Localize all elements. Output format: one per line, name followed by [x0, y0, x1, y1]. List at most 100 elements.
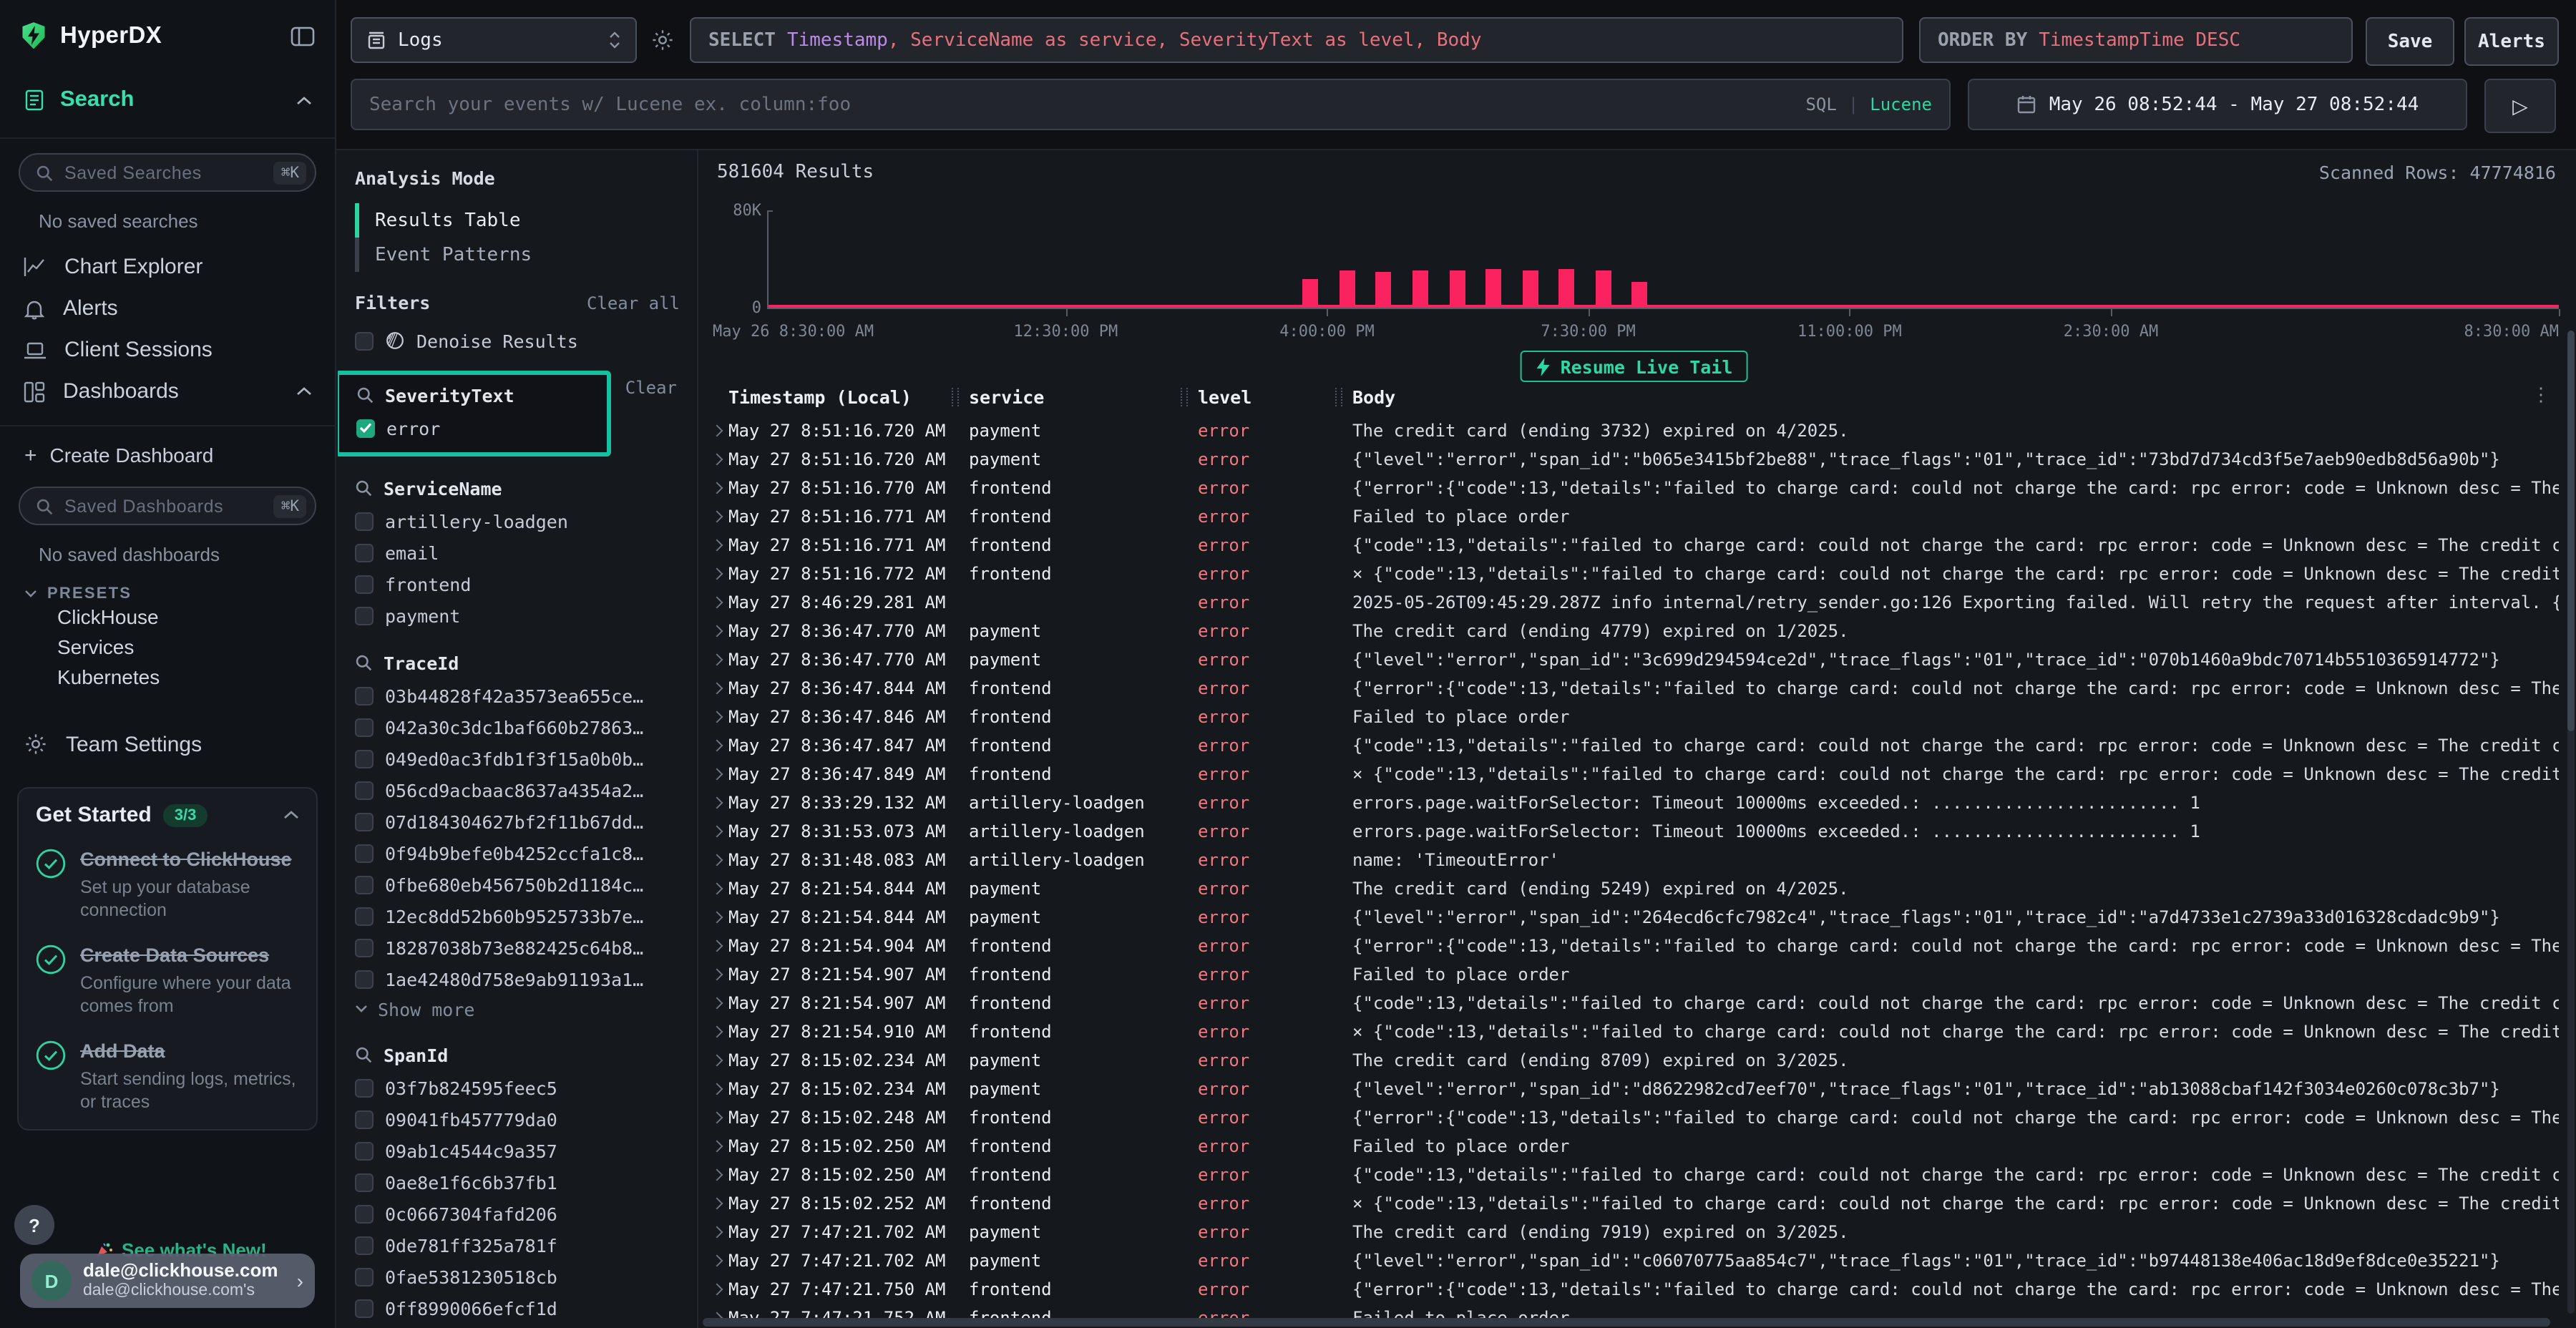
column-menu-icon[interactable]: ⋮ — [2532, 385, 2550, 406]
source-settings-gear-icon[interactable] — [651, 29, 674, 52]
row-expand-chevron-icon[interactable] — [711, 1141, 723, 1153]
get-started-item[interactable]: Add DataStart sending logs, metrics, or … — [36, 1040, 299, 1115]
row-expand-chevron-icon[interactable] — [711, 454, 723, 466]
row-expand-chevron-icon[interactable] — [711, 425, 723, 437]
table-row[interactable]: May 27 8:21:54.904 AMfrontenderror{"erro… — [700, 932, 2576, 960]
filter-option-03f7b824595feec5[interactable]: 03f7b824595feec5 — [338, 1072, 697, 1103]
checkbox[interactable] — [355, 575, 374, 593]
row-expand-chevron-icon[interactable] — [711, 711, 723, 723]
filter-option-1ae42480d758e9ab91[interactable]: 1ae42480d758e9ab91193a1… — [338, 963, 697, 995]
histogram-bar[interactable] — [1303, 279, 1319, 308]
histogram-bar[interactable] — [1558, 269, 1574, 308]
filter-option-042a30c3dc1baf660b[interactable]: 042a30c3dc1baf660b27863… — [338, 711, 697, 743]
filter-option-056cd9acbaac8637a4[interactable]: 056cd9acbaac8637a4354a2… — [338, 774, 697, 806]
saved-dashboards-input[interactable]: Saved Dashboards ⌘K — [19, 487, 316, 525]
preset-link-kubernetes[interactable]: Kubernetes — [0, 663, 335, 693]
checkbox[interactable] — [355, 1078, 374, 1097]
lucene-toggle[interactable]: Lucene — [1870, 94, 1932, 114]
chevron-up-icon[interactable] — [283, 810, 299, 820]
run-query-button[interactable]: ▷ — [2484, 79, 2556, 133]
sidebar-item-client-sessions[interactable]: Client Sessions — [0, 329, 335, 371]
preset-link-services[interactable]: Services — [0, 633, 335, 663]
row-expand-chevron-icon[interactable] — [711, 1169, 723, 1181]
sidebar-item-team-settings[interactable]: Team Settings — [0, 723, 335, 766]
checkbox[interactable] — [355, 970, 374, 988]
col-header-timestamp[interactable]: Timestamp (Local) — [728, 386, 912, 408]
checkbox[interactable] — [355, 331, 374, 350]
row-expand-chevron-icon[interactable] — [711, 797, 723, 809]
sql-toggle[interactable]: SQL — [1805, 94, 1836, 114]
checkbox[interactable] — [355, 1236, 374, 1254]
checkbox[interactable] — [355, 606, 374, 625]
checkbox[interactable] — [355, 512, 374, 530]
get-started-item[interactable]: Connect to ClickHouseSet up your databas… — [36, 849, 299, 923]
histogram-bar[interactable] — [1631, 281, 1647, 308]
table-row[interactable]: May 27 8:33:29.132 AMartillery-loadgener… — [700, 788, 2576, 817]
checkbox[interactable] — [355, 1110, 374, 1128]
vertical-scrollbar-thumb[interactable] — [2567, 331, 2575, 731]
row-expand-chevron-icon[interactable] — [711, 654, 723, 666]
row-expand-chevron-icon[interactable] — [711, 969, 723, 981]
table-row[interactable]: May 27 8:36:47.847 AMfrontenderror{"code… — [700, 731, 2576, 760]
table-row[interactable]: May 27 8:36:47.844 AMfrontenderror{"erro… — [700, 674, 2576, 703]
analysis-mode-event-patterns[interactable]: Event Patterns — [338, 238, 697, 272]
histogram-bar[interactable] — [1376, 271, 1392, 308]
sidebar-item-alerts[interactable]: Alerts — [0, 288, 335, 329]
histogram-bar[interactable] — [1522, 270, 1538, 308]
histogram-bar[interactable] — [1413, 270, 1428, 308]
row-expand-chevron-icon[interactable] — [711, 768, 723, 781]
row-expand-chevron-icon[interactable] — [711, 1284, 723, 1296]
filter-option-error[interactable]: error — [339, 412, 607, 444]
table-row[interactable]: May 27 8:51:16.772 AMfrontenderror× {"co… — [700, 560, 2576, 588]
filter-option-0ae8e1f6c6b37fb1[interactable]: 0ae8e1f6c6b37fb1 — [338, 1166, 697, 1198]
row-expand-chevron-icon[interactable] — [711, 1255, 723, 1267]
histogram-bar[interactable] — [1485, 269, 1501, 308]
col-header-body[interactable]: Body — [1352, 386, 1395, 408]
column-resize-handle[interactable] — [952, 388, 959, 406]
row-expand-chevron-icon[interactable] — [711, 540, 723, 552]
checkbox[interactable] — [355, 812, 374, 831]
row-expand-chevron-icon[interactable] — [711, 1112, 723, 1124]
checkbox[interactable] — [355, 1299, 374, 1317]
table-row[interactable]: May 27 8:51:16.720 AMpaymenterrorThe cre… — [700, 416, 2576, 445]
table-row[interactable]: May 27 8:51:16.771 AMfrontenderrorFailed… — [700, 502, 2576, 531]
checkbox[interactable] — [355, 749, 374, 768]
table-row[interactable]: May 27 8:15:02.250 AMfrontenderror{"code… — [700, 1161, 2576, 1189]
row-expand-chevron-icon[interactable] — [711, 826, 723, 838]
col-header-level[interactable]: level — [1198, 386, 1252, 408]
checkbox[interactable] — [355, 718, 374, 736]
chevron-up-icon[interactable] — [296, 95, 312, 105]
row-expand-chevron-icon[interactable] — [711, 511, 723, 523]
row-expand-chevron-icon[interactable] — [711, 568, 723, 580]
source-select[interactable]: Logs — [351, 17, 637, 63]
time-range-picker[interactable]: May 26 08:52:44 - May 27 08:52:44 — [1968, 79, 2467, 130]
checkbox[interactable] — [355, 844, 374, 862]
event-search-input[interactable]: Search your events w/ Lucene ex. column:… — [351, 79, 1951, 130]
col-header-service[interactable]: service — [969, 386, 1044, 408]
histogram-bar[interactable] — [1340, 270, 1355, 308]
denoise-results-checkbox[interactable]: Denoise Results — [338, 325, 697, 356]
row-expand-chevron-icon[interactable] — [711, 482, 723, 494]
clear-filter-link[interactable]: Clear — [625, 378, 677, 398]
presets-toggle[interactable]: PRESETS — [24, 585, 335, 602]
row-expand-chevron-icon[interactable] — [711, 1026, 723, 1038]
filter-option-0fbe680eb456750b2d[interactable]: 0fbe680eb456750b2d1184c… — [338, 869, 697, 900]
row-expand-chevron-icon[interactable] — [711, 854, 723, 866]
table-row[interactable]: May 27 8:15:02.248 AMfrontenderror{"erro… — [700, 1103, 2576, 1132]
checkbox[interactable] — [356, 419, 375, 437]
filter-option-12ec8dd52b60b95257[interactable]: 12ec8dd52b60b9525733b7e… — [338, 900, 697, 932]
row-expand-chevron-icon[interactable] — [711, 997, 723, 1010]
sidebar-item-chart-explorer[interactable]: Chart Explorer — [0, 246, 335, 288]
save-button[interactable]: Save — [2366, 17, 2454, 66]
create-dashboard-button[interactable]: + Create Dashboard — [0, 436, 335, 474]
histogram-bar[interactable] — [1595, 270, 1611, 308]
checkbox[interactable] — [355, 686, 374, 705]
order-by-input[interactable]: ORDER BY TimestampTime DESC — [1919, 17, 2353, 63]
filter-option-payment[interactable]: payment — [338, 600, 697, 631]
table-row[interactable]: May 27 8:51:16.770 AMfrontenderror{"erro… — [700, 474, 2576, 502]
filter-option-frontend[interactable]: frontend — [338, 568, 697, 600]
filter-option-03b44828f42a3573ea[interactable]: 03b44828f42a3573ea655ce… — [338, 680, 697, 711]
table-row[interactable]: May 27 8:21:54.907 AMfrontenderror{"code… — [700, 989, 2576, 1017]
filter-option-0fae5381230518cb[interactable]: 0fae5381230518cb — [338, 1261, 697, 1292]
histogram-bar[interactable] — [1449, 270, 1465, 308]
